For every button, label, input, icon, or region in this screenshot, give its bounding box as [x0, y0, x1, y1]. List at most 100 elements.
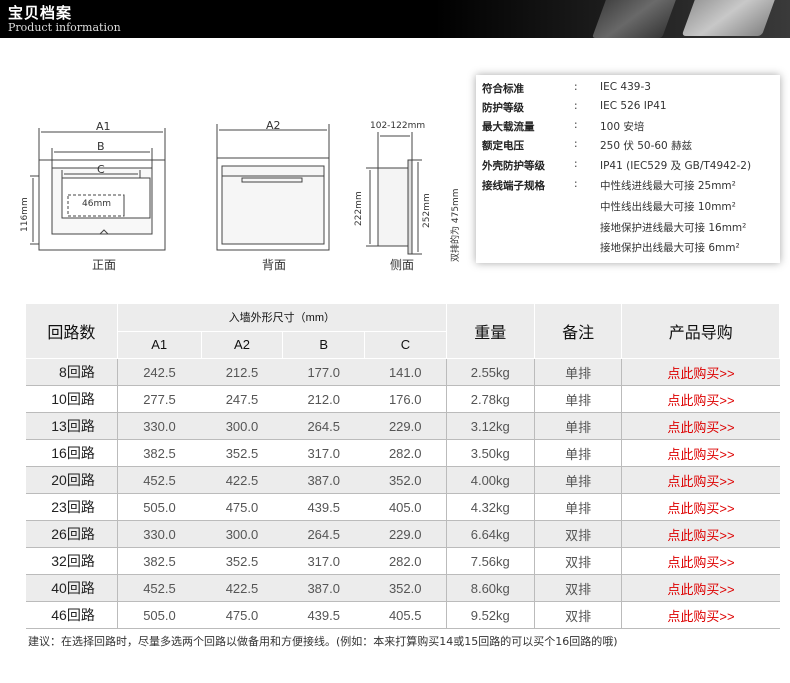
dim-label-depth: 102-122mm — [370, 121, 426, 131]
spec-key: 接线端子规格 — [482, 180, 545, 192]
header-dims-group: 入墙外形尺寸（mm） — [116, 303, 447, 332]
spec-extra-line: 中性线出线最大可接 10mm² — [600, 201, 736, 213]
cell-remark: 双排 — [533, 547, 622, 575]
dim-label-222: 222mm — [354, 191, 364, 226]
buy-link[interactable]: 点此购买>> — [621, 439, 780, 467]
spec-value: IP41 (IEC529 及 GB/T4942-2) — [600, 160, 752, 172]
dim-label-inner: 46mm — [82, 199, 111, 209]
buy-link[interactable]: 点此购买>> — [621, 412, 780, 440]
cell-b: 439.5 — [282, 493, 365, 521]
buy-link[interactable]: 点此购买>> — [621, 547, 780, 575]
cell-b: 387.0 — [282, 574, 365, 602]
spec-key: 额定电压 — [482, 140, 524, 152]
cell-circuits: 16回路 — [25, 439, 118, 467]
cell-circuits: 8回路 — [25, 358, 118, 386]
spec-row: 外壳防护等级 : IP41 (IEC529 及 GB/T4942-2) — [476, 158, 780, 176]
cell-a1: 330.0 — [116, 520, 202, 548]
caption-side: 侧面 — [390, 258, 415, 272]
spec-value: IEC 439-3 — [600, 81, 651, 93]
cell-b: 177.0 — [282, 358, 365, 386]
cell-circuits: 23回路 — [25, 493, 118, 521]
cell-a1: 242.5 — [116, 358, 202, 386]
banner-title: 宝贝档案 — [8, 4, 73, 22]
cell-a2: 475.0 — [201, 493, 283, 521]
buy-link[interactable]: 点此购买>> — [621, 574, 780, 602]
buy-link[interactable]: 点此购买>> — [621, 520, 780, 548]
cell-weight: 2.55kg — [445, 358, 535, 386]
cell-a1: 505.0 — [116, 601, 202, 629]
spec-colon: : — [574, 100, 578, 112]
spec-value: 250 伏 50-60 赫兹 — [600, 140, 693, 152]
cell-c: 141.0 — [364, 358, 447, 386]
spec-colon: : — [574, 119, 578, 131]
table-row: 40回路 452.5 422.5 387.0 352.0 8.60kg 双排 点… — [25, 574, 780, 602]
cell-a2: 247.5 — [201, 385, 283, 413]
spec-panel: 符合标准 : IEC 439-3 防护等级 : IEC 526 IP41 最大载… — [476, 75, 780, 263]
cell-b: 387.0 — [282, 466, 365, 494]
cell-circuits: 26回路 — [25, 520, 118, 548]
cell-a2: 212.5 — [201, 358, 283, 386]
table-row: 16回路 382.5 352.5 317.0 282.0 3.50kg 单排 点… — [25, 439, 780, 467]
buy-link[interactable]: 点此购买>> — [621, 385, 780, 413]
section-banner: 宝贝档案 Product information — [0, 0, 790, 38]
table-row: 8回路 242.5 212.5 177.0 141.0 2.55kg 单排 点此… — [25, 358, 780, 386]
cell-c: 405.5 — [364, 601, 447, 629]
cell-remark: 单排 — [533, 439, 622, 467]
side-body — [377, 167, 409, 247]
cell-remark: 双排 — [533, 601, 622, 629]
dimension-diagrams — [30, 124, 422, 255]
table-row: 23回路 505.0 475.0 439.5 405.0 4.32kg 单排 点… — [25, 493, 780, 521]
cell-a2: 475.0 — [201, 601, 283, 629]
cell-a1: 382.5 — [116, 439, 202, 467]
spec-key: 外壳防护等级 — [482, 160, 545, 172]
cell-remark: 单排 — [533, 493, 622, 521]
cell-circuits: 10回路 — [25, 385, 118, 413]
cell-remark: 单排 — [533, 466, 622, 494]
header-a1: A1 — [116, 330, 202, 359]
cell-remark: 单排 — [533, 385, 622, 413]
cell-weight: 4.32kg — [445, 493, 535, 521]
table-row: 46回路 505.0 475.0 439.5 405.5 9.52kg 双排 点… — [25, 601, 780, 629]
header-b: B — [282, 330, 366, 359]
buy-link[interactable]: 点此购买>> — [621, 493, 780, 521]
dim-label-a2: A2 — [266, 119, 281, 132]
cell-remark: 单排 — [533, 412, 622, 440]
cell-remark: 双排 — [533, 574, 622, 602]
cell-weight: 6.64kg — [445, 520, 535, 548]
cell-circuits: 32回路 — [25, 547, 118, 575]
buy-link[interactable]: 点此购买>> — [621, 601, 780, 629]
product-photo-decoration — [681, 0, 779, 36]
cell-c: 176.0 — [364, 385, 447, 413]
buy-link[interactable]: 点此购买>> — [621, 466, 780, 494]
caption-front: 正面 — [92, 258, 117, 272]
cell-c: 282.0 — [364, 439, 447, 467]
dim-label-b: B — [97, 140, 105, 153]
cell-weight: 4.00kg — [445, 466, 535, 494]
header-a2: A2 — [200, 330, 284, 359]
cell-a1: 452.5 — [116, 574, 202, 602]
cell-weight: 8.60kg — [445, 574, 535, 602]
cell-c: 229.0 — [364, 520, 447, 548]
cell-c: 352.0 — [364, 466, 447, 494]
front-window — [61, 177, 151, 219]
spec-extra-line: 接地保护出线最大可接 6mm² — [600, 242, 740, 254]
cell-a1: 452.5 — [116, 466, 202, 494]
cell-c: 352.0 — [364, 574, 447, 602]
cell-weight: 2.78kg — [445, 385, 535, 413]
spec-row: 最大载流量 : 100 安培 — [476, 119, 780, 137]
cell-weight: 3.50kg — [445, 439, 535, 467]
buy-link[interactable]: 点此购买>> — [621, 358, 780, 386]
cell-a2: 352.5 — [201, 547, 283, 575]
spec-colon: : — [574, 158, 578, 170]
dimension-table: 回路数 入墙外形尺寸（mm） 重量 备注 产品导购 A1 A2 B C 8回路 … — [25, 303, 780, 629]
dim-label-a1: A1 — [96, 120, 111, 133]
spec-row: 接线端子规格 : 中性线进线最大可接 25mm² — [476, 178, 780, 196]
cell-weight: 3.12kg — [445, 412, 535, 440]
cell-c: 229.0 — [364, 412, 447, 440]
dim-label-c: C — [97, 163, 105, 176]
cell-circuits: 46回路 — [25, 601, 118, 629]
banner-subtitle: Product information — [8, 21, 121, 34]
dim-label-height: 116mm — [20, 197, 30, 232]
dim-label-double: 双排的为 475mm — [451, 188, 461, 262]
cell-a2: 300.0 — [201, 412, 283, 440]
